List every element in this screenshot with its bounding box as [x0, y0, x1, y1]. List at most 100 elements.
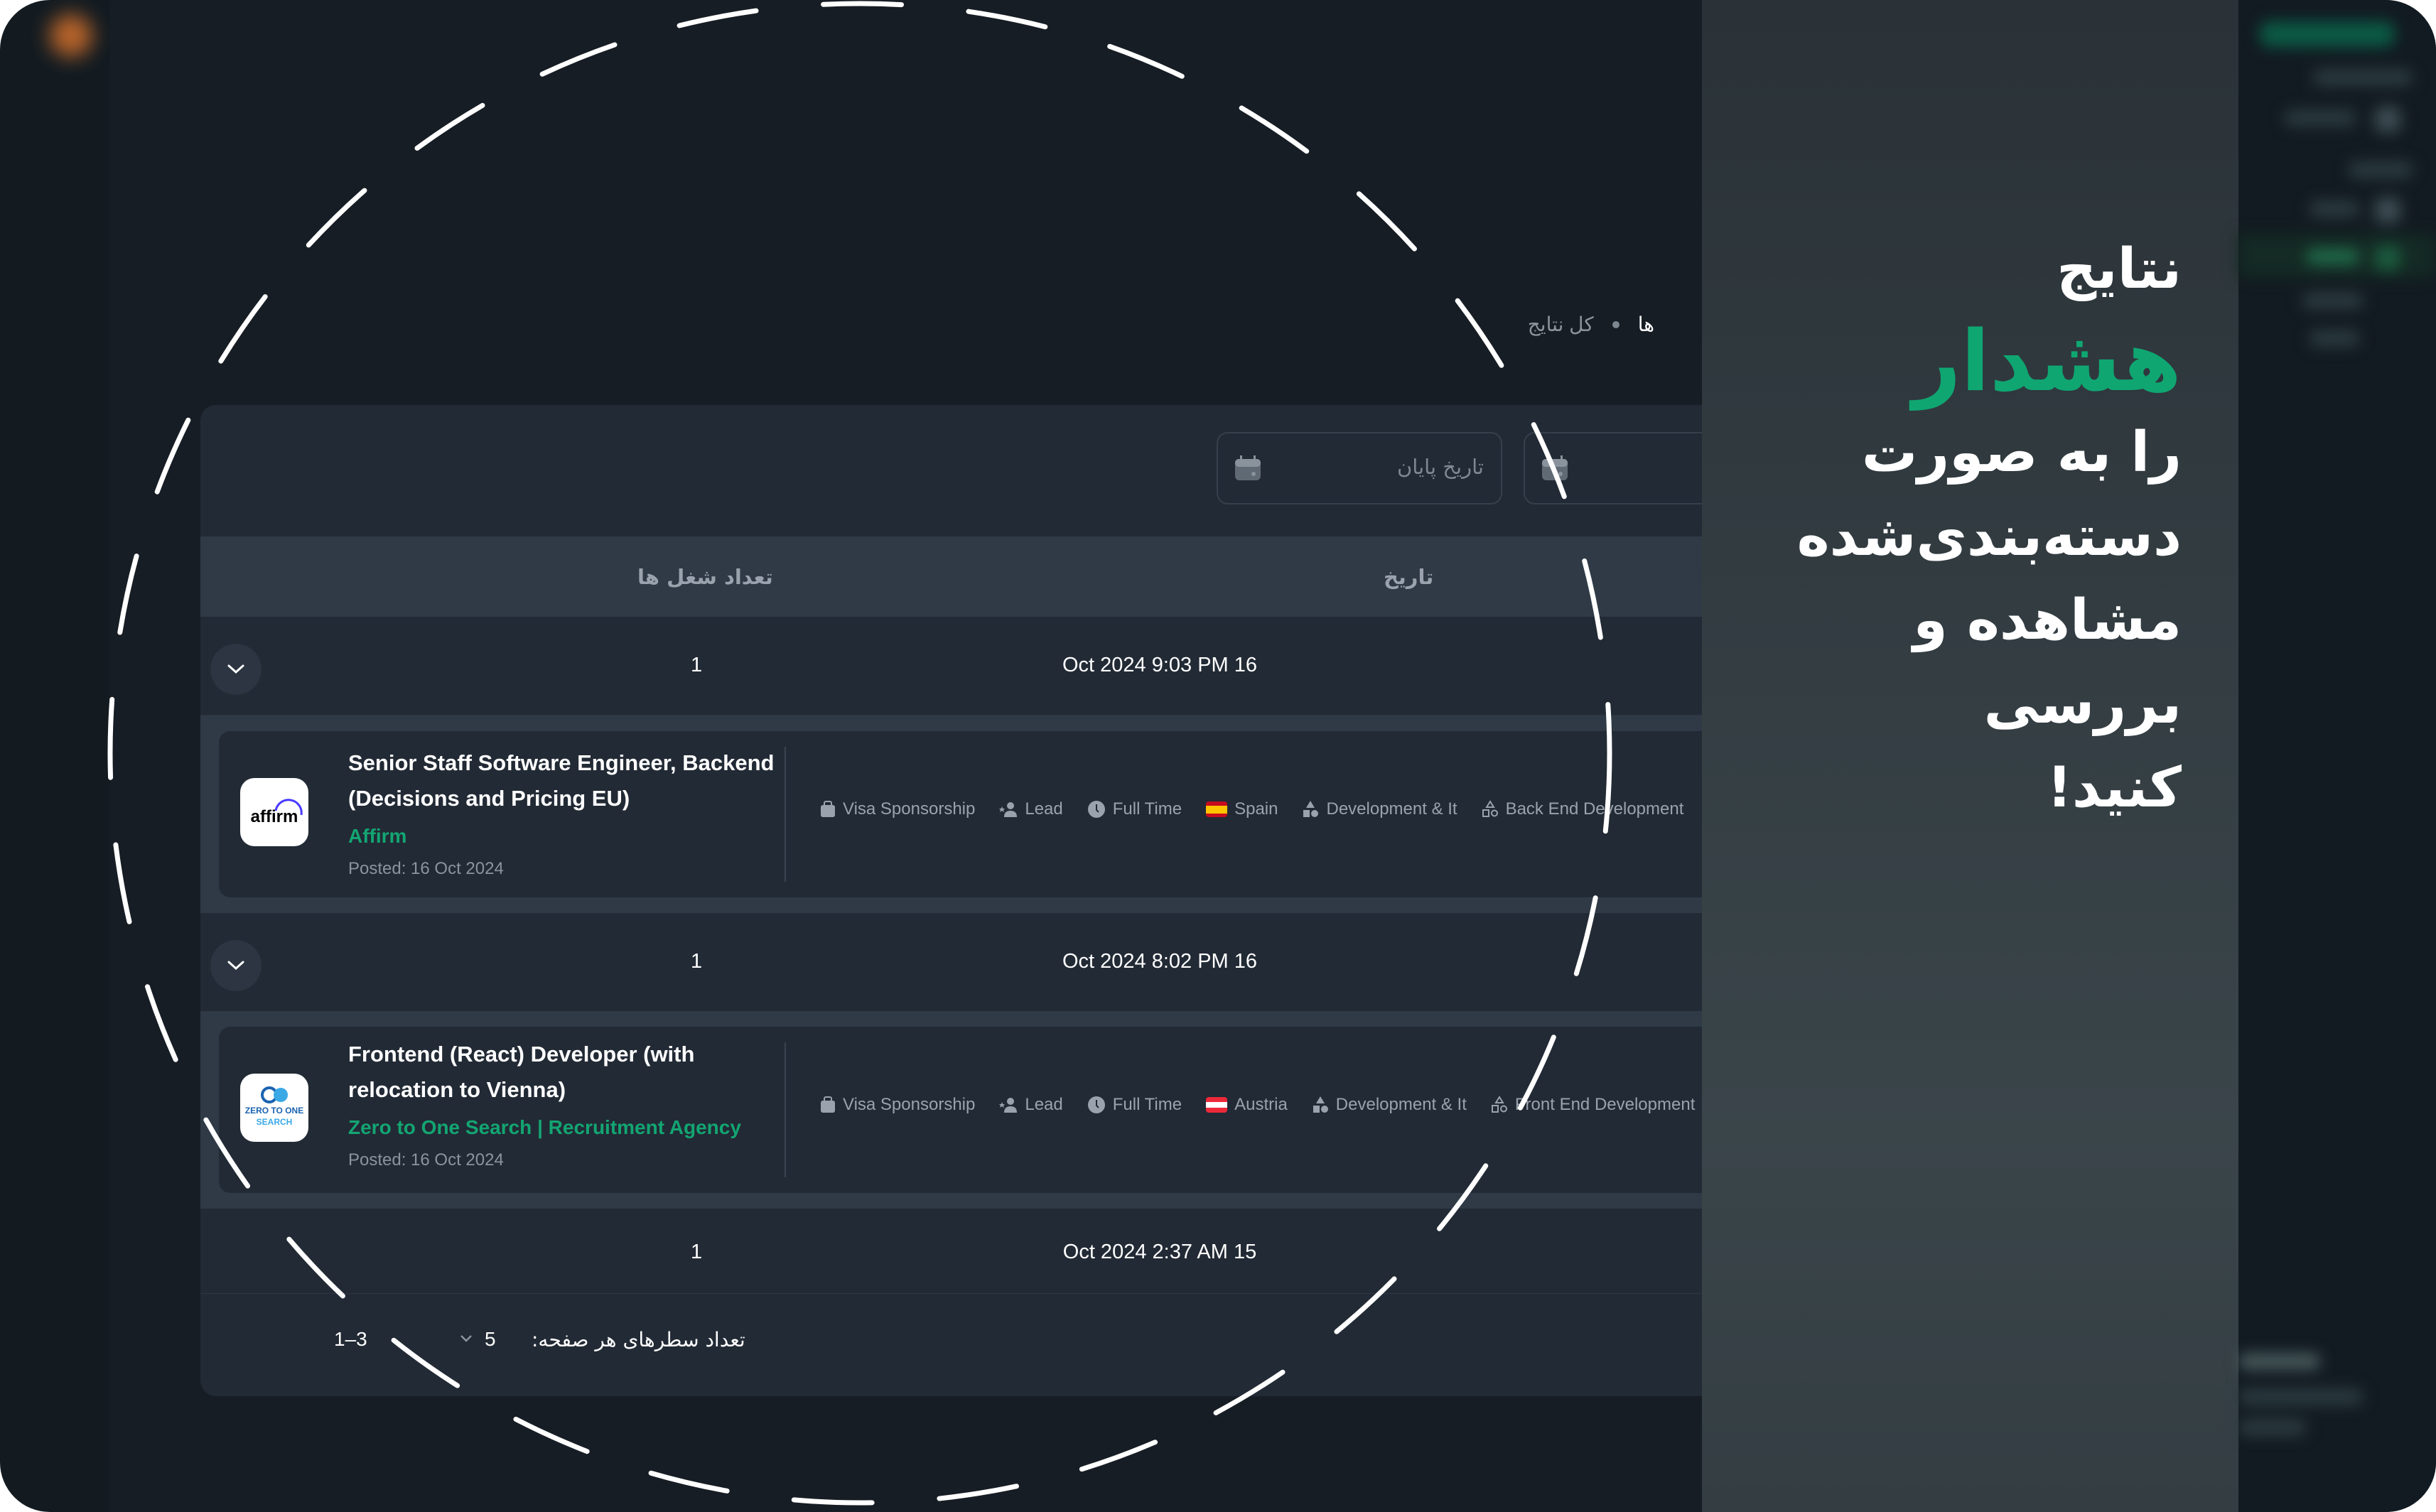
job-card-container: ZERO TO ONE SEARCH Frontend (React) Deve… [200, 1011, 1702, 1209]
sidebar-item-icon [2375, 198, 2400, 223]
tag-label: Development & It [1326, 799, 1457, 819]
chevron-down-icon[interactable] [459, 1334, 473, 1344]
end-date-field[interactable]: تاریخ پایان [1217, 432, 1502, 504]
flag-spain-icon [1206, 801, 1228, 817]
chevron-down-icon [227, 961, 244, 971]
shapes-icon [1303, 801, 1319, 817]
job-card[interactable]: affirm Senior Staff Software Engineer, B… [219, 731, 1702, 897]
job-count: 1 [691, 654, 703, 676]
tag-label: Austria [1234, 1095, 1288, 1114]
tag-visa: Visa Sponsorship [820, 1095, 975, 1115]
app-frame: ها کل نتایج تاریخ پایان تعداد شغل ها تار… [0, 0, 2436, 1512]
sidebar-logo [2260, 21, 2395, 47]
row-date: Oct 2024 8:02 PM 16 [1062, 950, 1258, 973]
svg-text:ZERO TO ONE: ZERO TO ONE [245, 1106, 303, 1116]
sidebar-item [2302, 293, 2363, 308]
sidebar-item [2285, 110, 2356, 126]
job-title[interactable]: Senior Staff Software Engineer, Backend … [348, 745, 775, 816]
affirm-logo-icon: affirm [251, 799, 303, 826]
tag-subcategory: Back End Development [1482, 799, 1684, 819]
tag-category: Development & It [1302, 799, 1457, 819]
row-date: Oct 2024 2:37 AM 15 [1062, 1241, 1257, 1263]
job-title[interactable]: Frontend (React) Developer (with relocat… [348, 1037, 775, 1108]
job-count: 1 [691, 1241, 703, 1263]
clock-icon [1087, 1096, 1105, 1113]
promo-accent: هشدار [1912, 312, 2182, 410]
logo-icon [50, 14, 92, 57]
svg-text:affirm: affirm [251, 807, 298, 826]
company-logo: ZERO TO ONE SEARCH [240, 1074, 308, 1142]
start-date-field[interactable] [1524, 432, 1702, 504]
user-name [2238, 1354, 2320, 1369]
rows-per-page-label: تعداد سطرهای هر صفحه: [532, 1328, 745, 1351]
briefcase-icon [821, 1096, 835, 1113]
pagination: 1–3 5 تعداد سطرهای هر صفحه: [200, 1293, 1702, 1396]
tag-label: Full Time [1112, 799, 1182, 819]
job-card-container: affirm Senior Staff Software Engineer, B… [200, 716, 1702, 913]
expand-row-button[interactable] [210, 940, 262, 991]
flag-austria-icon [1206, 1097, 1228, 1113]
tag-category: Development & It [1312, 1095, 1467, 1115]
tag-label: Back End Development [1505, 799, 1684, 819]
user-star-icon [999, 1098, 1018, 1113]
row-date: Oct 2024 9:03 PM 16 [1062, 654, 1258, 676]
sidebar [2238, 0, 2436, 1512]
sidebar-section-label [2349, 162, 2413, 178]
tag-country: Austria [1206, 1095, 1288, 1115]
filters: تاریخ پایان [200, 405, 1702, 536]
tag-type: Full Time [1087, 799, 1182, 819]
company-name[interactable]: Affirm [348, 825, 406, 848]
column-header-job-count[interactable]: تعداد شغل ها [637, 565, 773, 589]
sidebar-section-label [2313, 70, 2413, 85]
user-star-icon [999, 802, 1018, 817]
tag-label: Development & It [1335, 1095, 1467, 1114]
end-date-placeholder: تاریخ پایان [1396, 455, 1484, 479]
pagination-range: 1–3 [334, 1328, 367, 1350]
table-row[interactable]: 1 Oct 2024 9:03 PM 16 [200, 617, 1702, 716]
zero-to-one-logo-icon: ZERO TO ONE SEARCH [245, 1086, 303, 1127]
promo-line: را به صورت [1861, 421, 2182, 485]
tag-label: Spain [1234, 799, 1278, 819]
breadcrumb-separator [1612, 320, 1619, 328]
tag-label: Visa Sponsorship [843, 799, 976, 819]
shapes-outline-icon [1491, 1096, 1507, 1113]
tag-level: Lead [999, 799, 1063, 819]
tag-label: Full Time [1112, 1095, 1182, 1114]
table-header: تعداد شغل ها تاریخ [200, 536, 1702, 617]
column-header-date[interactable]: تاریخ [1384, 565, 1433, 589]
svg-text:SEARCH: SEARCH [257, 1117, 293, 1127]
breadcrumb-current: ها [1637, 313, 1654, 335]
sidebar-item [2310, 201, 2359, 217]
breadcrumb-all-results[interactable]: کل نتایج [1528, 313, 1594, 336]
tag-level: Lead [999, 1095, 1063, 1115]
rows-per-page-select[interactable]: 5 [485, 1328, 496, 1351]
divider [785, 747, 786, 882]
promo-panel: نتایج هشدار را به صورت دسته‌بندی‌شده مشا… [1702, 0, 2238, 1512]
tag-country: Spain [1206, 799, 1278, 819]
job-card[interactable]: ZERO TO ONE SEARCH Frontend (React) Deve… [219, 1027, 1702, 1193]
company-logo: affirm [240, 778, 308, 846]
tag-visa: Visa Sponsorship [820, 799, 975, 819]
calendar-icon [1235, 455, 1261, 480]
job-count: 1 [691, 950, 703, 973]
job-tags: Visa Sponsorship Lead Full Time Austria [820, 1095, 1695, 1115]
clock-icon [1087, 801, 1105, 818]
posted-date: Posted: 16 Oct 2024 [348, 859, 504, 878]
tag-label: Lead [1025, 799, 1063, 819]
shapes-outline-icon [1482, 800, 1498, 817]
sidebar-item-icon [2375, 245, 2400, 271]
chevron-down-icon [227, 664, 244, 674]
company-name[interactable]: Zero to One Search | Recruitment Agency [348, 1116, 741, 1139]
sidebar-item [2306, 249, 2359, 264]
calendar-icon [1542, 455, 1568, 480]
expand-row-button[interactable] [210, 644, 262, 695]
results-panel: تاریخ پایان تعداد شغل ها تاریخ 1 Oct 202… [200, 405, 1702, 1396]
table-row[interactable]: 1 Oct 2024 8:02 PM 16 [200, 913, 1702, 1012]
breadcrumb: ها کل نتایج [1528, 313, 1654, 336]
tag-label: Lead [1025, 1095, 1063, 1114]
table-row[interactable]: 1 Oct 2024 2:37 AM 15 [200, 1209, 1702, 1294]
job-tags: Visa Sponsorship Lead Full Time Spain De… [820, 799, 1683, 819]
posted-date: Posted: 16 Oct 2024 [348, 1150, 504, 1170]
sidebar-item-icon [2375, 107, 2400, 132]
tag-label: Visa Sponsorship [843, 1095, 976, 1114]
